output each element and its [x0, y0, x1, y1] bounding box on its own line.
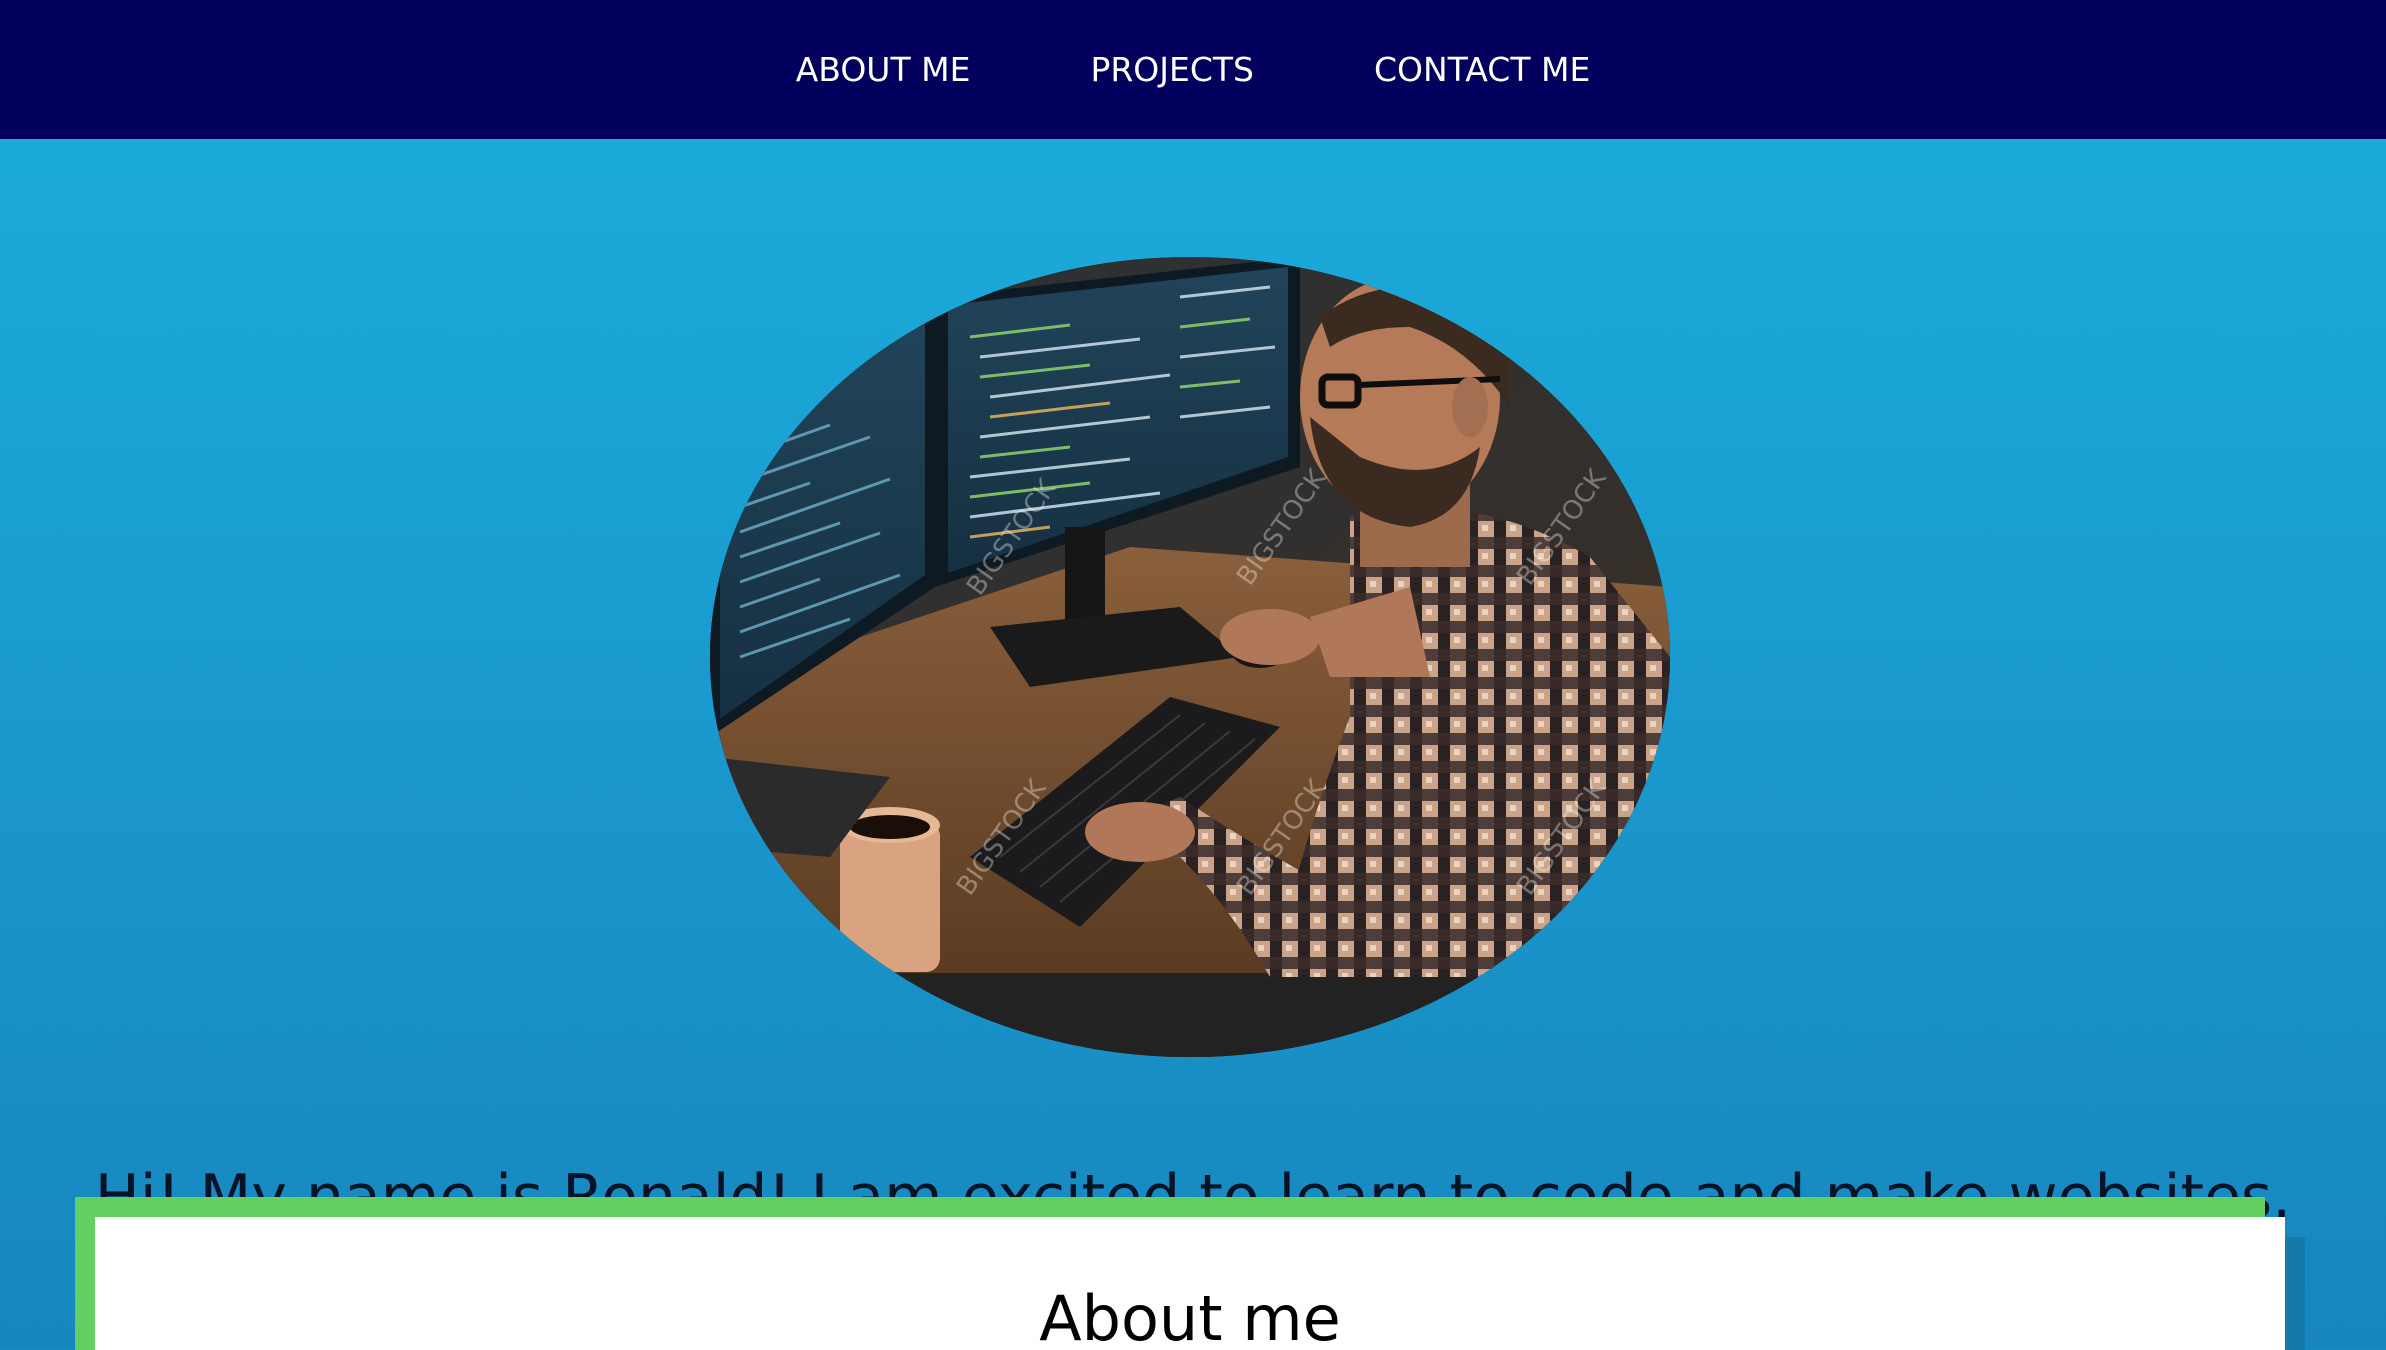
nav-link-projects[interactable]: PROJECTS [1090, 50, 1254, 89]
about-section: About me [95, 1217, 2285, 1350]
top-navbar: ABOUT ME PROJECTS CONTACT ME [0, 0, 2386, 139]
profile-photo: BIGSTOCK BIGSTOCK BIGSTOCK BIGSTOCK BIGS… [710, 257, 1670, 1057]
nav-link-about-me[interactable]: ABOUT ME [796, 50, 971, 89]
about-heading: About me [1039, 1282, 1341, 1350]
nav-link-contact-me[interactable]: CONTACT ME [1374, 50, 1590, 89]
